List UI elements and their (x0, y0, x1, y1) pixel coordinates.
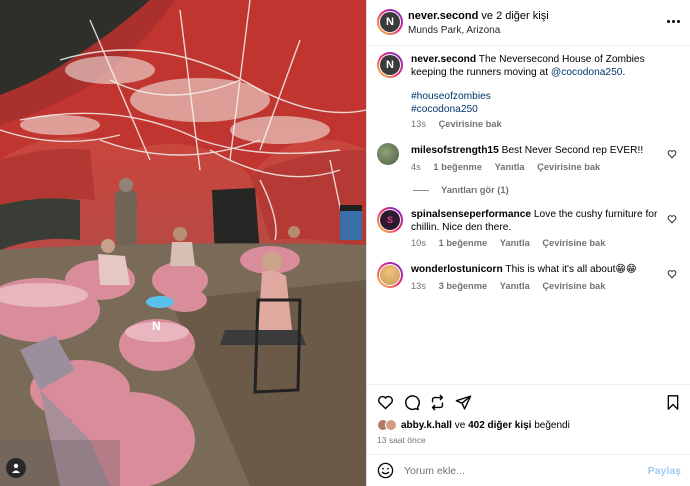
comment-like-heart-icon[interactable] (667, 269, 677, 279)
likes-suffix: beğendi (534, 419, 570, 431)
repost-icon[interactable] (429, 394, 446, 411)
post-comment-button[interactable]: Paylaş (648, 465, 681, 477)
reply-button[interactable]: Yanıtla (495, 162, 525, 172)
translate-link[interactable]: Çevirisine bak (542, 238, 605, 248)
comment-like-heart-icon[interactable] (667, 214, 677, 224)
comment-time[interactable]: 13s (411, 281, 426, 291)
reply-button[interactable]: Yanıtla (500, 238, 530, 248)
author-names[interactable]: never.second ve 2 diğer kişi (408, 10, 549, 22)
post-header: N never.second ve 2 diğer kişi Munds Par… (367, 0, 690, 46)
post-panel: N never.second ve 2 diğer kişi Munds Par… (366, 0, 690, 486)
brand-logo-mark: N (152, 319, 161, 333)
comment-time[interactable]: 10s (411, 238, 426, 248)
zombie-tent-illustration: N (0, 0, 366, 486)
likes-others-count[interactable]: 402 diğer kişi (468, 420, 531, 431)
more-icon[interactable] (667, 16, 681, 26)
action-bar (367, 384, 690, 424)
view-replies-button[interactable]: Yanıtları gör (1) (413, 185, 509, 195)
comment-text: Best Never Second rep EVER!! (501, 145, 644, 156)
user-tag-icon[interactable] (6, 458, 26, 478)
liker-username[interactable]: abby.k.hall (401, 420, 452, 431)
translate-link[interactable]: Çevirisine bak (537, 162, 600, 172)
share-icon[interactable] (455, 394, 472, 411)
instagram-post-view: N N never.second ve 2 diğer kişi Munds P… (0, 0, 690, 486)
comment-text: This is what it's all about😁😁 (505, 264, 637, 275)
translate-link[interactable]: Çevirisine bak (542, 281, 605, 291)
caption-translate-link[interactable]: Çevirisine bak (439, 119, 502, 129)
caption-time[interactable]: 13s (411, 119, 426, 129)
caption-author[interactable]: never.second (411, 54, 476, 65)
caption-mention[interactable]: @cocodona250 (551, 67, 623, 78)
comment-likes[interactable]: 1 beğenme (439, 238, 488, 248)
post-timestamp[interactable]: 13 saat önce (377, 435, 426, 445)
post-location[interactable]: Munds Park, Arizona (408, 25, 500, 36)
comment-input[interactable]: Yorum ekle... (404, 465, 465, 477)
author-username[interactable]: never.second (408, 10, 478, 22)
hashtag-houseofzombies[interactable]: #houseofzombies (411, 91, 669, 104)
hashtag-cocodona250[interactable]: #cocodona250 (411, 104, 669, 117)
likes-summary[interactable]: abby.k.hall ve 402 diğer kişi beğendi (377, 419, 570, 431)
caption-suffix: . (622, 66, 626, 78)
comment-username[interactable]: spinalsenseperformance (411, 209, 531, 220)
likes-conjunction: ve (454, 419, 466, 431)
coauthors-text[interactable]: ve 2 diğer kişi (481, 10, 548, 22)
bookmark-icon[interactable] (665, 394, 681, 411)
author-avatar[interactable]: N (377, 9, 403, 35)
comment-time[interactable]: 4s (411, 162, 421, 172)
commenter-avatar[interactable] (377, 262, 403, 288)
reply-button[interactable]: Yanıtla (500, 281, 530, 291)
commenter-avatar[interactable]: S (377, 207, 403, 233)
heart-icon[interactable] (377, 394, 394, 411)
commenter-avatar[interactable] (377, 143, 399, 165)
add-comment-bar: Yorum ekle... Paylaş (367, 454, 690, 486)
comment-username[interactable]: milesofstrength15 (411, 145, 499, 156)
comment-icon[interactable] (403, 394, 420, 411)
comment-likes[interactable]: 1 beğenme (433, 162, 482, 172)
comment-like-heart-icon[interactable] (667, 149, 677, 159)
comment-likes[interactable]: 3 beğenme (439, 281, 488, 291)
post-photo[interactable]: N (0, 0, 366, 486)
comment-username[interactable]: wonderlostunicorn (411, 264, 503, 275)
caption-avatar[interactable]: N (377, 52, 403, 78)
liker-avatar (385, 419, 397, 431)
emoji-icon[interactable] (377, 462, 394, 479)
